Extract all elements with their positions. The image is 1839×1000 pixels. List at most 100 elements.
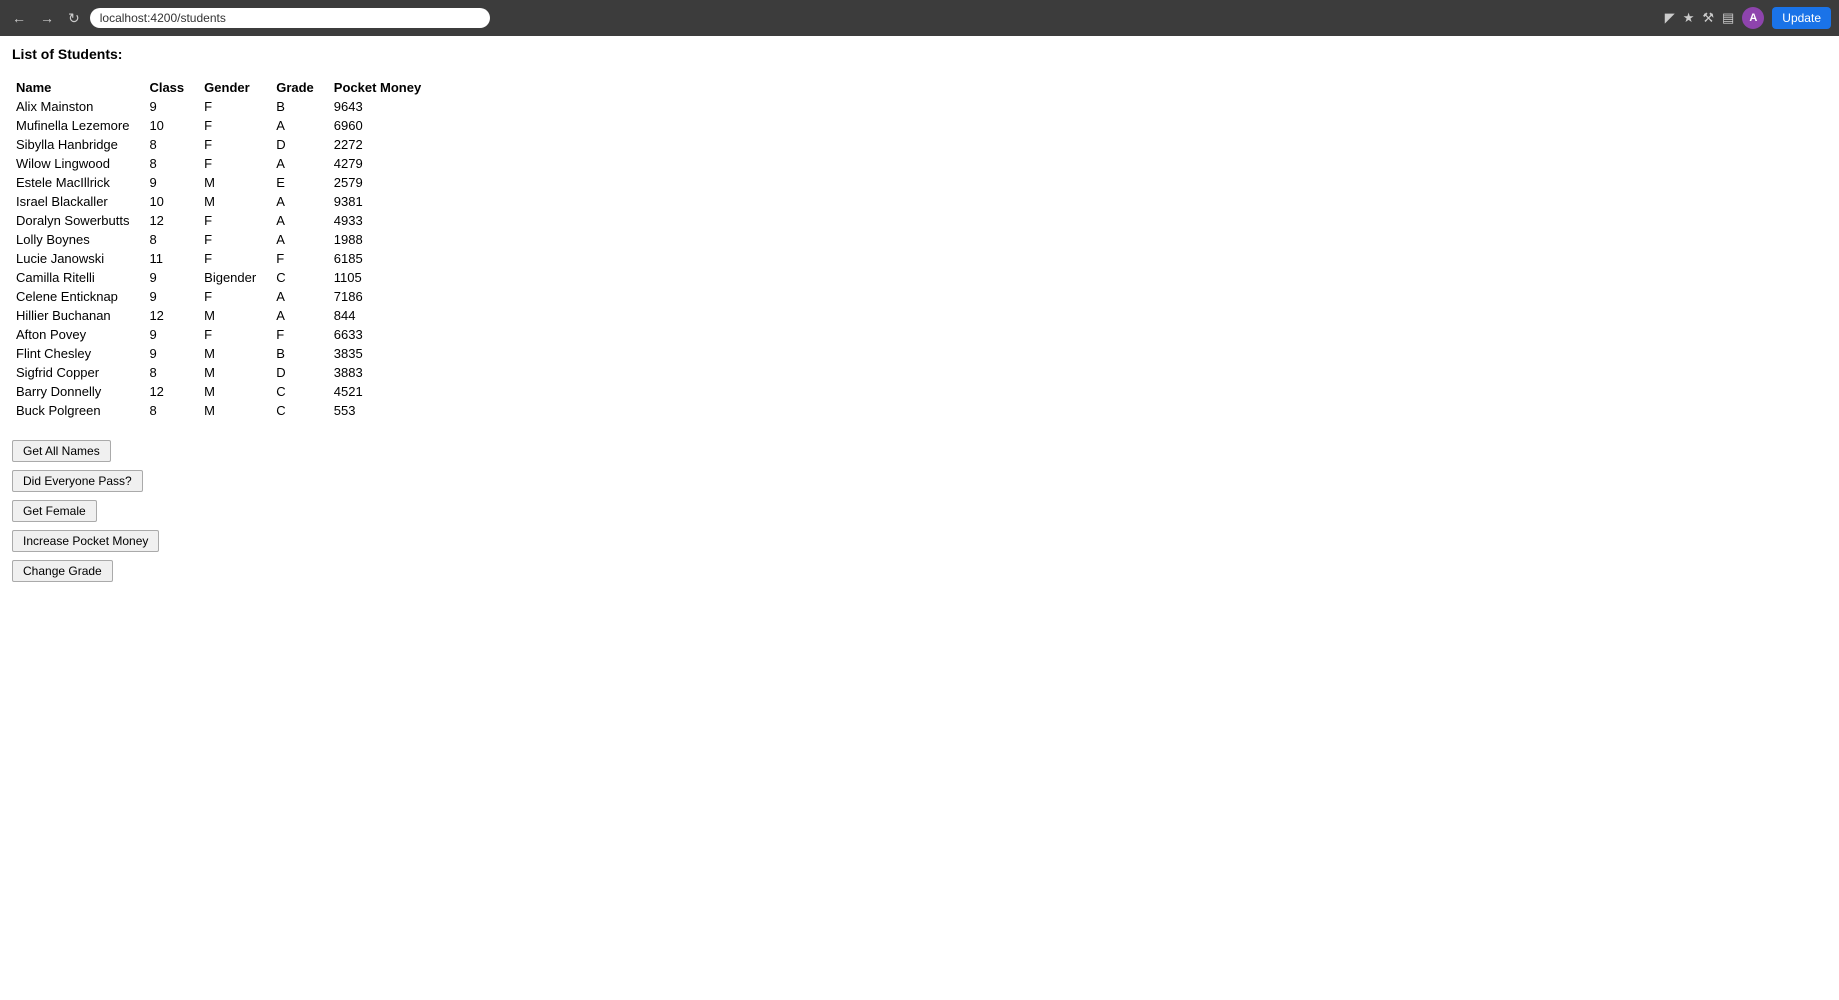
cell-grade: A: [272, 154, 330, 173]
cell-name: Alix Mainston: [12, 97, 145, 116]
cell-class: 9: [145, 97, 200, 116]
get-all-names-button[interactable]: Get All Names: [12, 440, 111, 462]
cell-name: Doralyn Sowerbutts: [12, 211, 145, 230]
cell-class: 9: [145, 325, 200, 344]
cell-name: Hillier Buchanan: [12, 306, 145, 325]
cell-name: Lucie Janowski: [12, 249, 145, 268]
browser-right-icons: ◤ ★ ⚒ ▤ A Update: [1665, 7, 1831, 29]
cell-pocket-money: 9643: [330, 97, 437, 116]
cell-grade: A: [272, 306, 330, 325]
cell-gender: M: [200, 344, 272, 363]
cell-pocket-money: 3835: [330, 344, 437, 363]
cell-gender: M: [200, 401, 272, 420]
get-female-button[interactable]: Get Female: [12, 500, 97, 522]
profile-icon: ▤: [1722, 10, 1734, 26]
table-row: Barry Donnelly12MC4521: [12, 382, 437, 401]
cell-gender: F: [200, 116, 272, 135]
cell-name: Estele MacIllrick: [12, 173, 145, 192]
cell-name: Buck Polgreen: [12, 401, 145, 420]
cell-pocket-money: 6633: [330, 325, 437, 344]
table-row: Sigfrid Copper8MD3883: [12, 363, 437, 382]
cell-class: 9: [145, 344, 200, 363]
table-row: Hillier Buchanan12MA844: [12, 306, 437, 325]
page-content: List of Students: Name Class Gender Grad…: [0, 36, 1839, 592]
cell-grade: C: [272, 401, 330, 420]
cell-grade: C: [272, 268, 330, 287]
browser-chrome: ← → ↻ localhost:4200/students ◤ ★ ⚒ ▤ A …: [0, 0, 1839, 36]
cell-class: 12: [145, 382, 200, 401]
header-grade: Grade: [272, 78, 330, 97]
cell-class: 12: [145, 211, 200, 230]
cell-grade: F: [272, 325, 330, 344]
cell-gender: M: [200, 173, 272, 192]
cell-class: 10: [145, 116, 200, 135]
back-button[interactable]: ←: [8, 8, 30, 28]
cell-name: Israel Blackaller: [12, 192, 145, 211]
cell-gender: F: [200, 154, 272, 173]
cell-gender: F: [200, 211, 272, 230]
cell-name: Celene Enticknap: [12, 287, 145, 306]
cell-pocket-money: 3883: [330, 363, 437, 382]
table-row: Camilla Ritelli9BigenderC1105: [12, 268, 437, 287]
cell-class: 9: [145, 268, 200, 287]
cell-pocket-money: 7186: [330, 287, 437, 306]
table-body: Alix Mainston9FB9643Mufinella Lezemore10…: [12, 97, 437, 420]
table-row: Celene Enticknap9FA7186: [12, 287, 437, 306]
cell-gender: F: [200, 230, 272, 249]
table-row: Afton Povey9FF6633: [12, 325, 437, 344]
cell-grade: A: [272, 287, 330, 306]
cell-gender: M: [200, 363, 272, 382]
forward-button[interactable]: →: [36, 8, 58, 28]
cell-class: 11: [145, 249, 200, 268]
cell-gender: M: [200, 382, 272, 401]
cell-grade: C: [272, 382, 330, 401]
cell-pocket-money: 553: [330, 401, 437, 420]
cell-pocket-money: 4521: [330, 382, 437, 401]
cell-class: 12: [145, 306, 200, 325]
cell-gender: F: [200, 135, 272, 154]
cell-name: Sigfrid Copper: [12, 363, 145, 382]
increase-pocket-money-button[interactable]: Increase Pocket Money: [12, 530, 159, 552]
cell-pocket-money: 1988: [330, 230, 437, 249]
cell-gender: F: [200, 287, 272, 306]
cell-grade: A: [272, 192, 330, 211]
cell-gender: Bigender: [200, 268, 272, 287]
avatar: A: [1742, 7, 1764, 29]
table-row: Doralyn Sowerbutts12FA4933: [12, 211, 437, 230]
cell-grade: A: [272, 116, 330, 135]
cell-name: Barry Donnelly: [12, 382, 145, 401]
buttons-section: Get All Names Did Everyone Pass? Get Fem…: [12, 440, 1827, 582]
did-everyone-pass-button[interactable]: Did Everyone Pass?: [12, 470, 143, 492]
cell-gender: M: [200, 306, 272, 325]
table-row: Buck Polgreen8MC553: [12, 401, 437, 420]
cell-gender: F: [200, 97, 272, 116]
table-row: Flint Chesley9MB3835: [12, 344, 437, 363]
cell-grade: A: [272, 211, 330, 230]
page-title: List of Students:: [12, 46, 1827, 62]
cell-name: Sibylla Hanbridge: [12, 135, 145, 154]
cell-name: Afton Povey: [12, 325, 145, 344]
header-pocket-money: Pocket Money: [330, 78, 437, 97]
change-grade-button[interactable]: Change Grade: [12, 560, 113, 582]
cell-grade: A: [272, 230, 330, 249]
cell-gender: M: [200, 192, 272, 211]
table-row: Mufinella Lezemore10FA6960: [12, 116, 437, 135]
cell-name: Camilla Ritelli: [12, 268, 145, 287]
header-class: Class: [145, 78, 200, 97]
reload-button[interactable]: ↻: [64, 8, 84, 29]
cell-pocket-money: 2579: [330, 173, 437, 192]
table-row: Israel Blackaller10MA9381: [12, 192, 437, 211]
table-header: Name Class Gender Grade Pocket Money: [12, 78, 437, 97]
cell-grade: D: [272, 363, 330, 382]
cell-class: 9: [145, 287, 200, 306]
cell-gender: F: [200, 249, 272, 268]
cell-class: 8: [145, 363, 200, 382]
cell-pocket-money: 6185: [330, 249, 437, 268]
cell-grade: F: [272, 249, 330, 268]
address-bar[interactable]: localhost:4200/students: [90, 8, 490, 28]
cell-gender: F: [200, 325, 272, 344]
cell-pocket-money: 4279: [330, 154, 437, 173]
update-button[interactable]: Update: [1772, 7, 1831, 29]
cell-name: Lolly Boynes: [12, 230, 145, 249]
cell-pocket-money: 9381: [330, 192, 437, 211]
